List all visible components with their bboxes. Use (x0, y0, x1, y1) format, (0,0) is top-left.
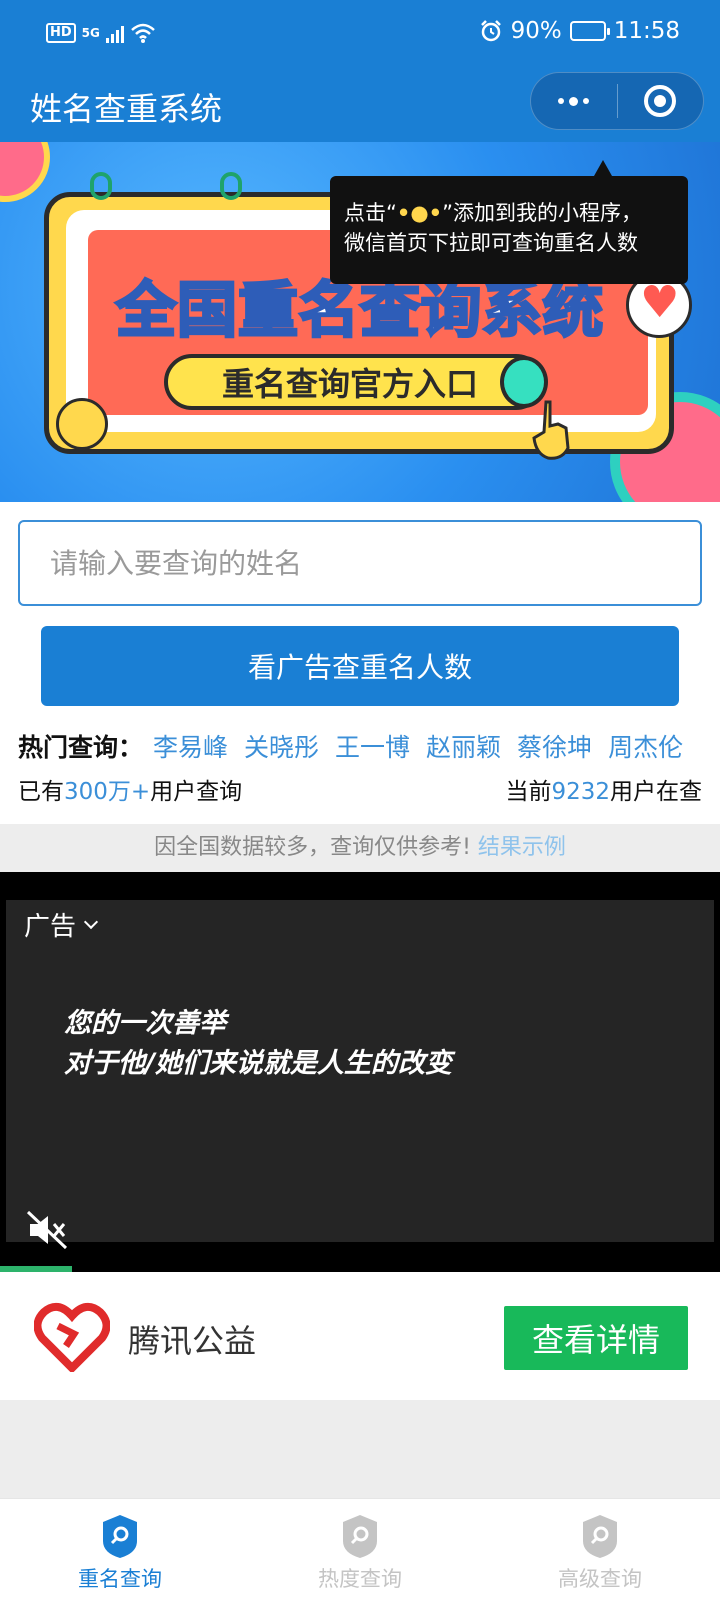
status-left: HD 5G (46, 22, 156, 44)
cell-signal-icon (105, 23, 124, 43)
clock: 11:58 (613, 18, 680, 44)
view-details-button[interactable]: 查看详情 (504, 1306, 688, 1370)
hot-query-link[interactable]: 周杰伦 (608, 728, 683, 764)
hot-query-link[interactable]: 王一博 (335, 728, 410, 764)
caption-line-1: 您的一次善举 (64, 1008, 226, 1039)
banner-decor-circle (0, 142, 50, 202)
sponsor-name: 腾讯公益 (128, 1322, 257, 1360)
caption-line-2: 对于他/她们来说就是人生的改变 (64, 1048, 452, 1079)
total-users-stat: 已有300万+用户查询 (18, 772, 242, 806)
page-title: 姓名查重系统 (30, 90, 223, 128)
chevron-down-icon (83, 914, 99, 929)
sponsor-row: 腾讯公益 查看详情 (0, 1272, 720, 1400)
wifi-icon (131, 23, 155, 43)
tooltip-line-1: 点击“•●•”添加到我的小程序， (344, 198, 678, 228)
tab-label: 高级查询 (558, 1567, 642, 1591)
name-search-input[interactable] (18, 520, 702, 606)
status-bar: HD 5G 90% 11:58 (0, 0, 720, 70)
tab-duplicate-name-query[interactable]: 重名查询 (0, 1499, 240, 1600)
disclaimer-bar: 因全国数据较多，查询仅供参考! 结果示例 (0, 824, 720, 872)
banner-entry-pill: 重名查询官方入口 (164, 354, 544, 410)
hd-icon: HD (46, 23, 76, 43)
tab-advanced-query[interactable]: 高级查询 (480, 1499, 720, 1600)
tab-popularity-query[interactable]: 热度查询 (240, 1499, 480, 1600)
hot-queries-row: 热门查询： 李易峰 关晓彤 王一博 赵丽颖 蔡徐坤 周杰伦 (18, 728, 702, 764)
pointing-hand-icon (532, 400, 570, 460)
more-menu-button[interactable] (531, 73, 617, 129)
video-caption: 您的一次善举 对于他/她们来说就是人生的改变 (64, 1004, 452, 1084)
status-right: 90% 11:58 (479, 18, 680, 44)
search-area: 看广告查重名人数 热门查询： 李易峰 关晓彤 王一博 赵丽颖 蔡徐坤 周杰伦 已… (0, 502, 720, 824)
tencent-charity-heart-logo (34, 1302, 110, 1372)
online-users-suffix: 用户在查 (610, 779, 702, 805)
alarm-icon (480, 20, 501, 42)
hot-queries-label: 热门查询： (18, 733, 144, 762)
shield-search-icon (103, 1515, 137, 1558)
grin-face-icon (56, 398, 108, 450)
online-users-count: 9232 (551, 779, 610, 805)
paperclip-icon (90, 172, 112, 200)
close-miniprogram-button[interactable] (618, 73, 704, 129)
hot-query-link[interactable]: 李易峰 (153, 728, 228, 764)
mute-icon[interactable] (26, 1210, 70, 1250)
hot-query-link[interactable]: 蔡徐坤 (517, 728, 592, 764)
tooltip-dots-icon: •●• (396, 201, 443, 225)
shield-search-icon (583, 1515, 617, 1558)
ad-menu-button[interactable]: 广告 (24, 906, 99, 943)
tooltip-prefix: 点击“ (344, 201, 397, 225)
add-to-miniprogram-tooltip: 点击“•●•”添加到我的小程序， 微信首页下拉即可查询重名人数 (330, 160, 688, 284)
target-circle-icon (644, 85, 677, 117)
total-users-prefix: 已有 (18, 779, 64, 805)
stats-row: 已有300万+用户查询 当前9232用户在查 (18, 772, 702, 806)
battery-icon (569, 21, 610, 41)
paperclip-icon (220, 172, 242, 200)
ad-label: 广告 (24, 912, 77, 942)
disclaimer-text: 因全国数据较多，查询仅供参考! (154, 835, 471, 860)
tooltip-line-2: 微信首页下拉即可查询重名人数 (344, 231, 638, 255)
hot-query-link[interactable]: 关晓彤 (244, 728, 319, 764)
battery-percent: 90% (510, 18, 562, 44)
shield-search-icon (343, 1515, 377, 1558)
hot-query-link[interactable]: 赵丽颖 (426, 728, 501, 764)
tooltip-suffix: ”添加到我的小程序， (442, 201, 642, 225)
tab-label: 热度查询 (318, 1567, 402, 1591)
watch-ad-query-button[interactable]: 看广告查重名人数 (41, 626, 679, 706)
more-dots-icon (558, 96, 590, 106)
online-users-prefix: 当前 (505, 779, 552, 805)
result-example-link[interactable]: 结果示例 (478, 835, 566, 860)
app-header: 姓名查重系统 (0, 70, 720, 142)
online-users-stat: 当前9232用户在查 (505, 772, 702, 806)
network-type-label: 5G (81, 26, 100, 40)
total-users-suffix: 用户查询 (150, 779, 243, 805)
tab-label: 重名查询 (78, 1567, 162, 1591)
total-users-count: 300万+ (64, 779, 151, 805)
bottom-tab-bar: 重名查询 热度查询 高级查询 (0, 1498, 720, 1600)
miniprogram-capsule (530, 72, 704, 130)
